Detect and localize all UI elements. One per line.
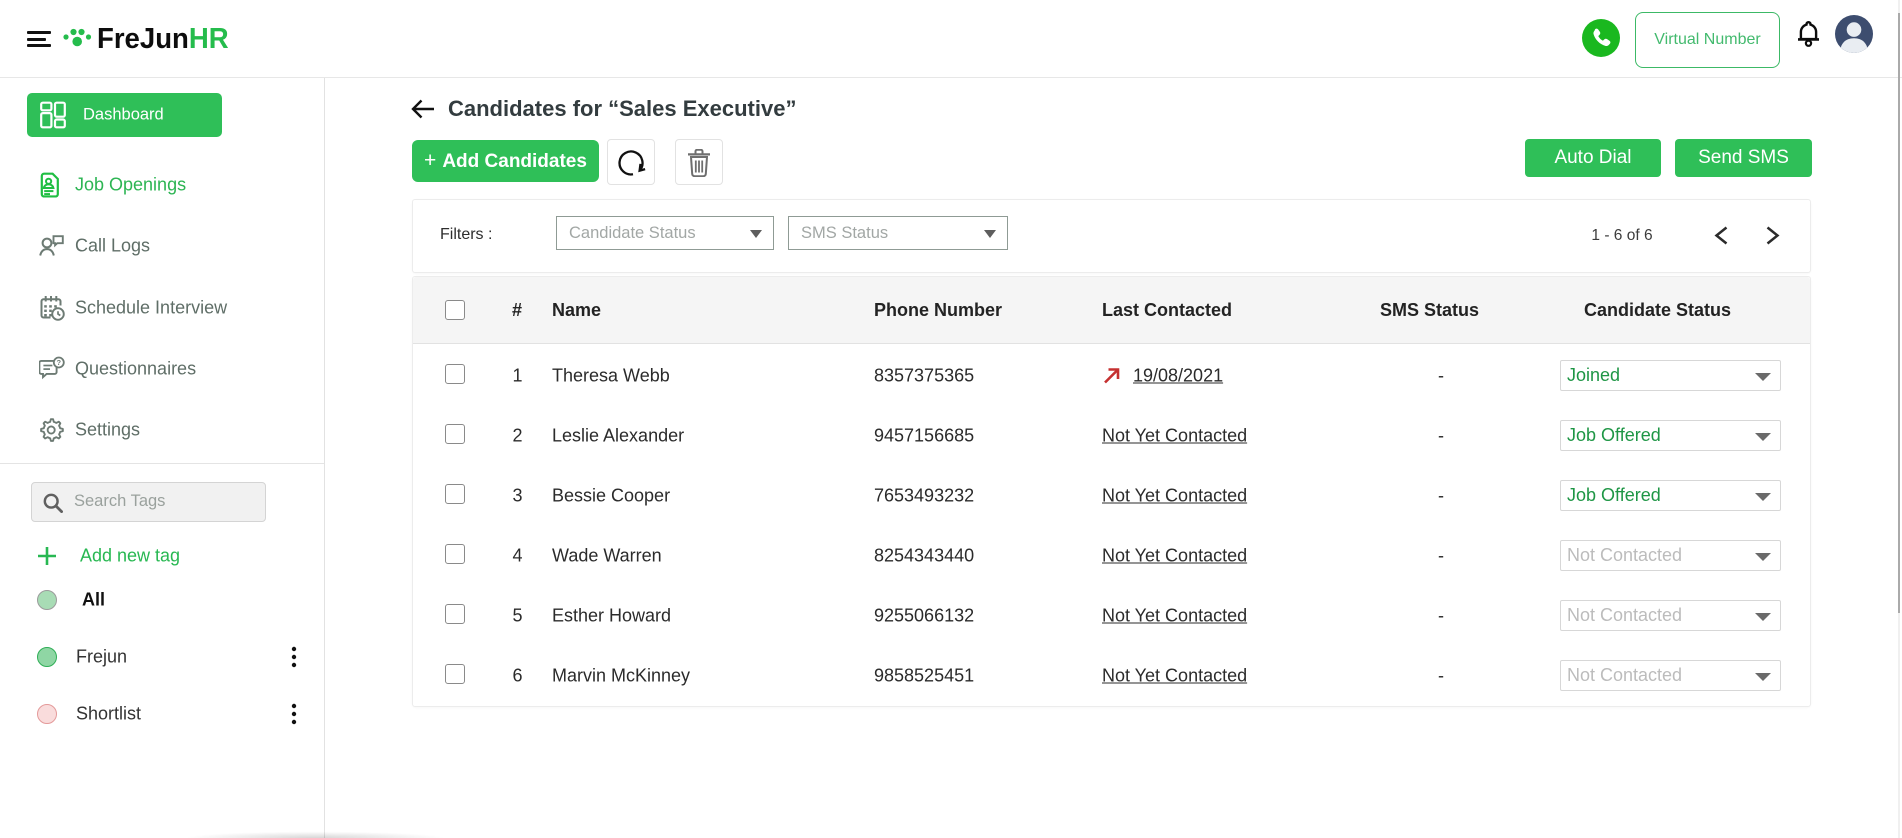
svg-text:?: ? [57,358,62,367]
